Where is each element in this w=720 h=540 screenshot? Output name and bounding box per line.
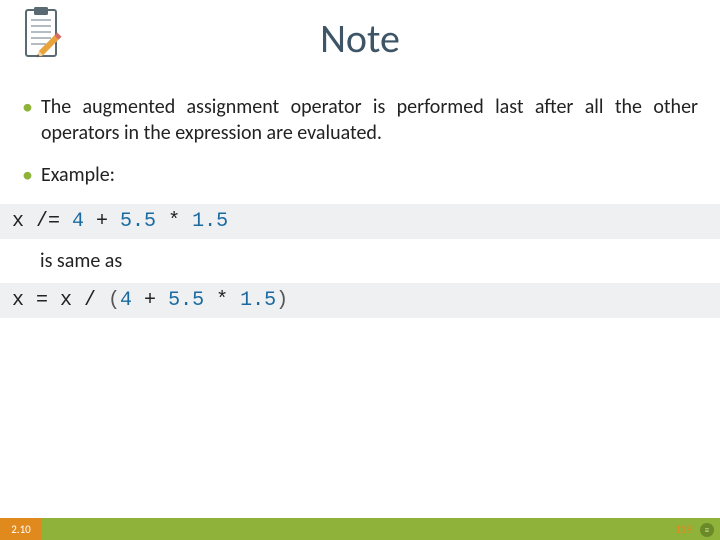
bullet-item: • The augmented assignment operator is p… [22,94,698,146]
code-number: 5.5 [168,289,204,312]
code-number: 4 [120,289,132,312]
code-paren: ) [276,289,288,312]
section-number: 2.10 [0,518,42,540]
content-area: • The augmented assignment operator is p… [22,86,698,318]
code-text: + [84,210,120,233]
code-number: 5.5 [120,210,156,233]
code-paren: ( [108,289,120,312]
code-block-1: x /= 4 + 5.5 * 1.5 [0,204,720,239]
code-number: 4 [72,210,84,233]
bullet-text: The augmented assignment operator is per… [41,94,698,146]
page-number: 119 [675,518,692,540]
code-text: x /= [12,210,72,233]
code-text: * [156,210,192,233]
slide-title: Note [0,14,720,63]
bullet-dot-icon: • [22,162,33,188]
code-text: + [132,289,168,312]
bullet-dot-icon: • [22,94,33,120]
footer-badge-icon: ≡ [700,523,714,537]
code-block-2: x = x / (4 + 5.5 * 1.5) [0,283,720,318]
code-text: x = x / [12,289,108,312]
code-number: 1.5 [192,210,228,233]
code-text: * [204,289,240,312]
bullet-text: Example: [41,162,698,188]
code-number: 1.5 [240,289,276,312]
bullet-item: • Example: [22,162,698,188]
footer-bar [0,518,720,540]
slide: Note • The augmented assignment operator… [0,0,720,540]
sameas-text: is same as [40,249,698,273]
